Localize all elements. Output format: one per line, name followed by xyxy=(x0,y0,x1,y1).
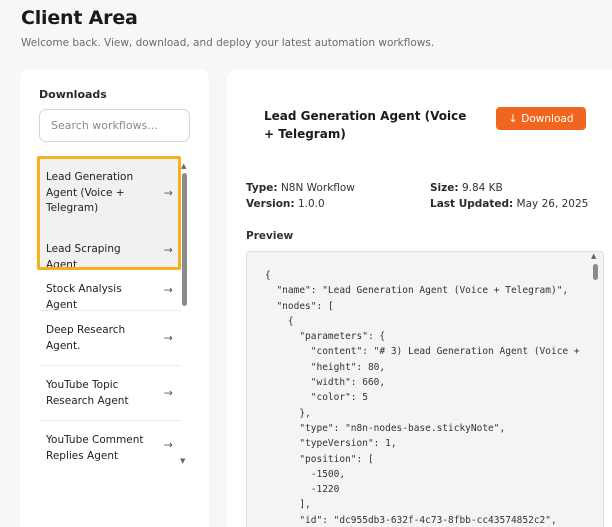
downloads-heading: Downloads xyxy=(39,88,107,101)
preview-label: Preview xyxy=(246,230,294,242)
workflow-title: Lead Generation Agent (Voice + Telegram) xyxy=(264,109,467,141)
workflow-meta-right: Size: 9.84 KB Last Updated: May 26, 2025 xyxy=(430,181,588,212)
page-title: Client Area xyxy=(21,7,138,29)
workflow-list: Lead Generation Agent (Voice + Telegram)… xyxy=(39,157,181,469)
updated-value: May 26, 2025 xyxy=(516,197,589,210)
size-value: 9.84 KB xyxy=(461,182,503,194)
list-item-lead-generation-agent[interactable]: Lead Generation Agent (Voice + Telegram)… xyxy=(39,157,181,230)
list-item-youtube-comment-replies-agent[interactable]: YouTube Comment Replies Agent → xyxy=(39,421,181,469)
updated-label: Last Updated: xyxy=(430,197,514,210)
scroll-down-icon[interactable]: ▼ xyxy=(180,457,185,465)
list-item-label: Stock Analysis Agent xyxy=(46,283,122,311)
workflow-meta-left: Type: N8N Workflow Version: 1.0.0 xyxy=(246,181,355,212)
list-scrollbar[interactable] xyxy=(182,173,187,306)
list-item-youtube-topic-research-agent[interactable]: YouTube Topic Research Agent → xyxy=(39,366,181,421)
type-value: N8N Workflow xyxy=(280,182,355,194)
arrow-right-icon: → xyxy=(163,283,173,297)
list-item-lead-scraping-agent[interactable]: Lead Scraping Agent → xyxy=(39,230,181,271)
list-item-label: YouTube Comment Replies Agent xyxy=(46,434,144,462)
list-item-stock-analysis-agent[interactable]: Stock Analysis Agent → xyxy=(39,270,181,311)
search-input[interactable] xyxy=(39,109,190,142)
workflow-detail-panel: Lead Generation Agent (Voice + Telegram)… xyxy=(227,69,612,527)
arrow-right-icon: → xyxy=(163,438,173,452)
list-item-label: Lead Generation Agent (Voice + Telegram) xyxy=(46,171,134,214)
preview-scrollbar[interactable] xyxy=(593,264,598,280)
size-label: Size: xyxy=(430,182,459,194)
scroll-up-icon[interactable]: ▲ xyxy=(181,162,186,170)
code-text: { "name": "Lead Generation Agent (Voice … xyxy=(265,270,580,526)
list-item-deep-research-agent[interactable]: Deep Research Agent. → xyxy=(39,311,181,366)
list-item-label: Deep Research Agent. xyxy=(46,324,126,352)
arrow-right-icon: → xyxy=(163,186,173,200)
version-value: 1.0.0 xyxy=(297,197,325,210)
list-item-label: Lead Scraping Agent xyxy=(46,243,121,271)
code-preview[interactable]: { "name": "Lead Generation Agent (Voice … xyxy=(246,251,604,527)
download-icon: ↓ xyxy=(508,112,518,125)
type-label: Type: xyxy=(246,182,278,194)
arrow-right-icon: → xyxy=(163,242,173,256)
scroll-up-icon[interactable]: ▲ xyxy=(591,252,596,260)
version-label: Version: xyxy=(246,197,295,210)
download-label: Download xyxy=(521,112,574,125)
page-subtitle: Welcome back. View, download, and deploy… xyxy=(21,37,435,49)
download-button[interactable]: ↓ Download xyxy=(496,107,586,130)
arrow-right-icon: → xyxy=(163,386,173,400)
arrow-right-icon: → xyxy=(163,331,173,345)
list-item-label: YouTube Topic Research Agent xyxy=(46,379,129,407)
